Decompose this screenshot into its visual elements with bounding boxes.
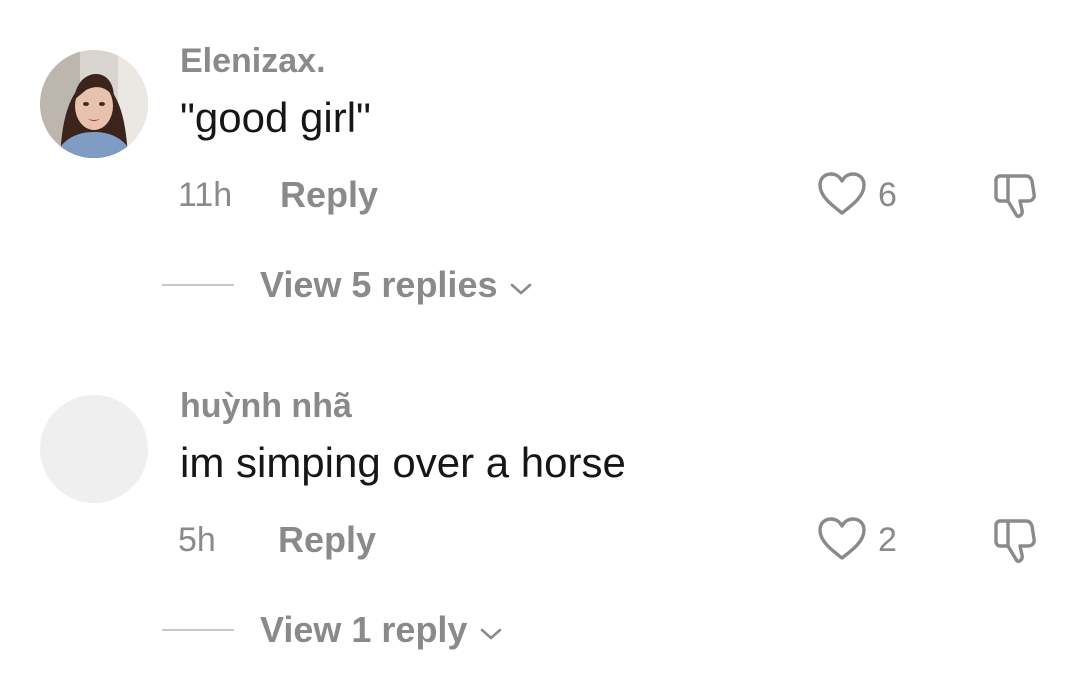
replies-divider [162,284,234,286]
comment-timestamp: 11h [178,176,233,214]
dislike-button[interactable] [988,515,1044,567]
avatar-photo [40,50,148,158]
like-button[interactable] [816,515,868,563]
reply-button[interactable]: Reply [280,174,378,216]
comment-username[interactable]: Elenizax. [180,42,326,81]
comment-timestamp: 5h [178,521,216,559]
comment-username[interactable]: huỳnh nhã [180,387,352,426]
view-replies-label: View 1 reply [260,609,468,650]
heart-icon [818,517,866,560]
like-button[interactable] [816,170,868,218]
chevron-down-icon [509,264,533,306]
replies-divider [162,629,234,631]
comment-text: "good girl" [180,94,371,141]
comment-text: im simping over a horse [180,439,626,486]
comment-item: Elenizax. "good girl" 11h Reply 6 View 5… [0,0,1080,330]
dislike-button[interactable] [988,170,1044,222]
heart-icon [818,172,866,215]
thumbs-down-icon [994,174,1036,218]
thumbs-down-icon [994,519,1036,563]
comment-item: huỳnh nhã im simping over a horse 5h Rep… [0,345,1080,675]
like-count: 6 [878,176,897,214]
reply-button[interactable]: Reply [278,519,376,561]
view-replies-button[interactable]: View 5 replies [260,264,533,306]
view-replies-button[interactable]: View 1 reply [260,609,503,651]
avatar[interactable] [40,395,148,503]
avatar[interactable] [40,50,148,158]
view-replies-label: View 5 replies [260,264,498,305]
like-count: 2 [878,521,897,559]
chevron-down-icon [479,609,503,651]
